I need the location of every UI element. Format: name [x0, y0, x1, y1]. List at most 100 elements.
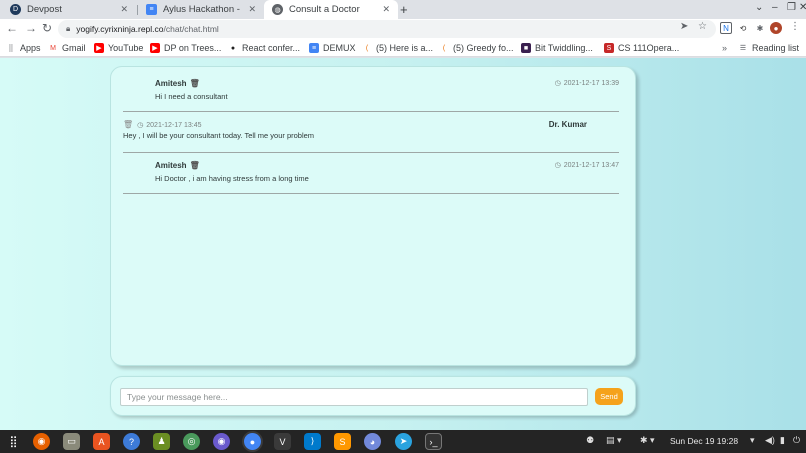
- sublime-icon[interactable]: S: [334, 433, 351, 450]
- trash-icon[interactable]: 🗑︎: [190, 79, 200, 88]
- reading-list-label: Reading list: [752, 43, 800, 53]
- bookmark-greedy[interactable]: ( (5) Greedy fo...: [439, 41, 514, 55]
- terminal-icon[interactable]: ›_: [425, 433, 442, 450]
- tab-title: Devpost: [27, 4, 62, 15]
- clipboard-icon[interactable]: ▤ ▾: [606, 435, 622, 446]
- quora-icon: (: [442, 44, 446, 52]
- help-icon[interactable]: ?: [123, 433, 140, 450]
- message-text: Hi Doctor , i am having stress from a lo…: [155, 174, 309, 183]
- bookmark-gmail[interactable]: M Gmail: [48, 41, 85, 55]
- youtube-icon: ▶: [94, 43, 104, 53]
- chat-window[interactable]: Amitesh 🗑︎ ◷ 2021-12-17 13:39 Hi I need a …: [110, 66, 636, 366]
- apps-grid-icon: ⣿: [8, 45, 14, 52]
- message-time: 🗑︎ ◷ 2021-12-17 13:45: [123, 120, 202, 129]
- tab-devpost[interactable]: D Devpost ✕: [2, 0, 136, 19]
- globe-icon: ◍: [272, 4, 283, 15]
- tab-strip: D Devpost ✕ ≡ Aylus Hackathon - Goog ✕ ◍…: [0, 0, 806, 19]
- devpost-icon: D: [10, 4, 21, 15]
- bookmark-bit-twiddling[interactable]: ■ Bit Twiddling...: [521, 41, 593, 55]
- bookmark-apps[interactable]: ⣿ Apps: [6, 41, 41, 55]
- power-icon[interactable]: ⏻: [793, 435, 800, 446]
- window-close-icon[interactable]: ✕: [799, 2, 806, 13]
- browser-toolbar: ← → ↻ 🔒︎ yogify.cyrixninja.repl.co/chat/…: [0, 19, 806, 39]
- clock-icon: ◷: [554, 80, 561, 87]
- more-menu-icon[interactable]: ⋮: [790, 21, 800, 32]
- clock-text[interactable]: Sun Dec 19 19:28: [670, 436, 738, 446]
- trash-icon[interactable]: 🗑︎: [123, 120, 133, 129]
- media-icon[interactable]: ◉: [213, 433, 230, 450]
- message-text: Hi I need a consultant: [155, 92, 228, 101]
- app-grid-icon[interactable]: ⣿: [5, 433, 22, 450]
- message-list: Amitesh 🗑︎ ◷ 2021-12-17 13:39 Hi I need a …: [123, 71, 619, 194]
- google-docs-icon: ≡: [146, 4, 157, 15]
- tray-app-icon[interactable]: ⚉: [586, 435, 594, 446]
- page-content: Amitesh 🗑︎ ◷ 2021-12-17 13:39 Hi I need a …: [0, 58, 806, 430]
- bookmark-label: YouTube: [108, 43, 144, 53]
- files-icon[interactable]: ▭: [63, 433, 80, 450]
- bookmark-label: CS 111Opera...: [618, 43, 680, 53]
- bookmark-youtube[interactable]: ▶ YouTube: [94, 41, 143, 55]
- bookmark-label: DEMUX: [323, 43, 356, 53]
- bookmark-cs-111[interactable]: S CS 111Opera...: [604, 41, 679, 55]
- message-text: Hey , I will be your consultant today. T…: [123, 131, 315, 140]
- wifi-icon[interactable]: ▾: [750, 435, 755, 446]
- close-icon[interactable]: ✕: [248, 4, 256, 15]
- back-icon[interactable]: ←: [6, 21, 18, 35]
- github-icon: ●: [230, 44, 236, 52]
- volume-icon[interactable]: ◀︎): [765, 435, 775, 446]
- bookmark-label: (5) Greedy fo...: [453, 43, 514, 53]
- bookmark-label: Apps: [20, 43, 41, 53]
- send-tab-icon[interactable]: ➤: [680, 21, 688, 32]
- tab-aylus-hackathon[interactable]: ≡ Aylus Hackathon - Goog ✕: [138, 0, 264, 19]
- reload-icon[interactable]: ↻: [42, 21, 52, 35]
- chevron-down-icon[interactable]: ⌄: [755, 2, 763, 13]
- bookmarks-overflow-icon[interactable]: »: [722, 41, 727, 55]
- battery-icon[interactable]: ▮: [780, 435, 785, 446]
- message-sender: Dr. Kumar: [548, 120, 587, 129]
- teams-icon[interactable]: ♟: [153, 433, 170, 450]
- restore-icon[interactable]: ❐: [787, 2, 796, 13]
- software-center-icon[interactable]: A: [93, 433, 110, 450]
- close-icon[interactable]: ✕: [382, 4, 390, 15]
- extension-loop-icon[interactable]: ⟲: [737, 22, 749, 34]
- new-tab-button[interactable]: +: [400, 2, 408, 17]
- clock-icon: ◷: [554, 162, 561, 169]
- network-icon[interactable]: ✱ ▾: [640, 435, 655, 446]
- bookmarks-bar: ⣿ Apps M Gmail ▶ YouTube ▶ DP on Trees... ● R…: [0, 39, 806, 57]
- firefox-icon[interactable]: ◉: [33, 433, 50, 450]
- vim-icon[interactable]: V: [274, 433, 291, 450]
- close-icon[interactable]: ✕: [120, 4, 128, 15]
- extension-n-icon[interactable]: N: [720, 22, 732, 34]
- bookmark-demux[interactable]: ≡ DEMUX: [309, 41, 356, 55]
- avatar[interactable]: ●: [770, 22, 782, 34]
- forward-icon[interactable]: →: [25, 21, 37, 35]
- url-path: /chat/chat.html: [163, 24, 219, 34]
- docs-icon: ≡: [309, 43, 319, 53]
- bookmark-star-icon[interactable]: ☆: [698, 21, 707, 32]
- minimize-icon[interactable]: –: [772, 2, 778, 13]
- tab-consult-a-doctor[interactable]: ◍ Consult a Doctor ✕: [264, 0, 398, 19]
- message-item: 🗑︎ ◷ 2021-12-17 13:45 Dr. Kumar Hey , I wi…: [123, 112, 619, 153]
- chrome-icon[interactable]: ●: [244, 433, 261, 450]
- reading-list[interactable]: ☰ Reading list: [738, 41, 799, 55]
- settings-app-icon[interactable]: ◎: [183, 433, 200, 450]
- message-sender: Amitesh 🗑︎: [155, 79, 200, 88]
- send-button[interactable]: Send: [595, 388, 623, 405]
- bookmark-react-conference[interactable]: ● React confer...: [228, 41, 300, 55]
- quora-icon: (: [365, 44, 369, 52]
- bookmark-label: React confer...: [242, 43, 301, 53]
- message-sender: Amitesh 🗑︎: [155, 161, 200, 170]
- bookmark-label: DP on Trees...: [164, 43, 222, 53]
- discord-icon[interactable]: ◕: [364, 433, 381, 450]
- gmail-icon: M: [50, 44, 56, 52]
- bookmark-here-is-a[interactable]: ((5) Here is a...: [362, 41, 433, 55]
- lock-icon: 🔒︎: [66, 24, 71, 33]
- telegram-icon[interactable]: ➤: [395, 433, 412, 450]
- puzzle-icon[interactable]: ✱: [754, 22, 766, 34]
- message-input[interactable]: [120, 388, 588, 406]
- url-host: yogify.cyrixninja.repl.co: [76, 24, 164, 34]
- vscode-icon[interactable]: ⟩: [304, 433, 321, 450]
- bookmark-dp-on-trees[interactable]: ▶ DP on Trees...: [150, 41, 221, 55]
- address-bar[interactable]: 🔒︎ yogify.cyrixninja.repl.co/chat/chat.h…: [58, 20, 716, 38]
- trash-icon[interactable]: 🗑︎: [190, 161, 200, 170]
